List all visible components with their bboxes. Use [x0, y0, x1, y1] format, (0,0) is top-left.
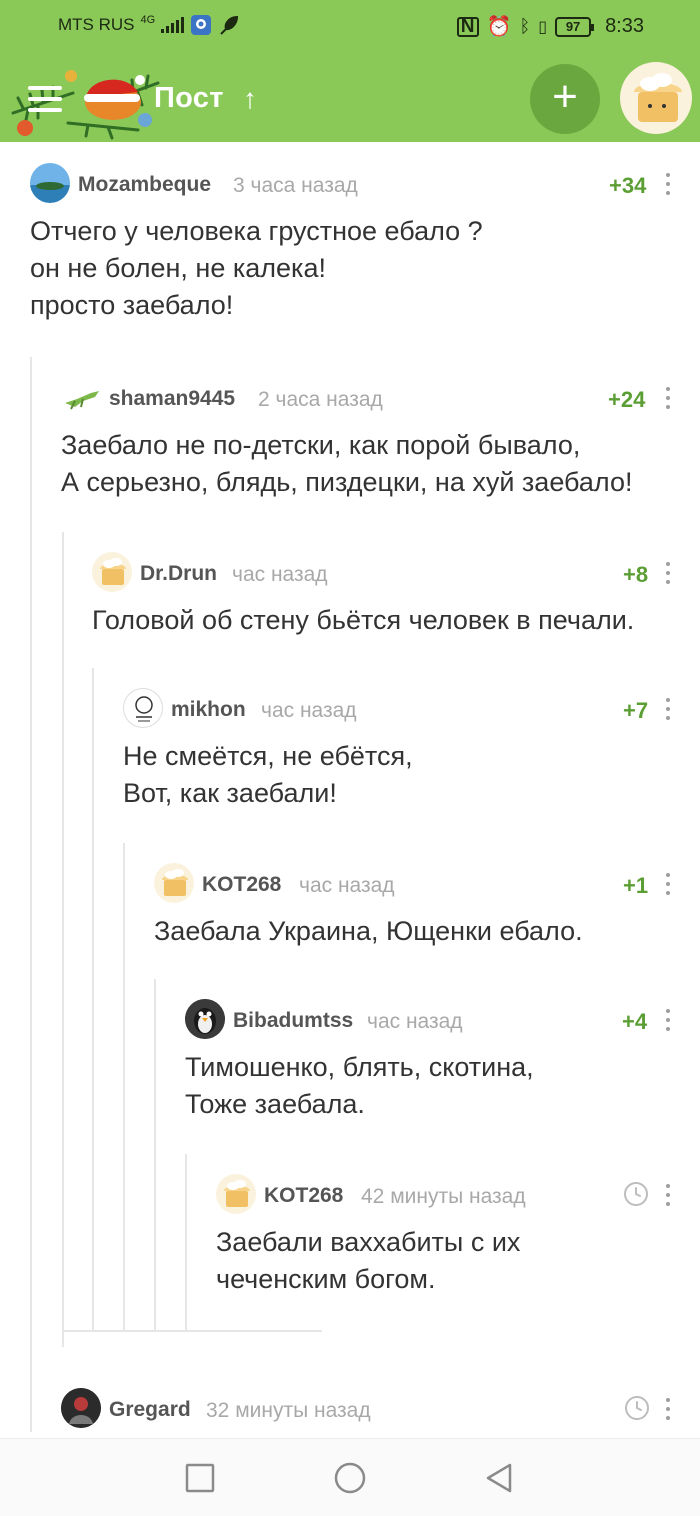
comment-text: Заебало не по-детски, как порой бывало, … [61, 430, 633, 497]
back-triangle-icon[interactable] [482, 1461, 516, 1495]
comment-text: Отчего у человека грустное ебало ? он не… [30, 216, 483, 320]
comment-text: Головой об стену бьётся человек в печали… [92, 605, 635, 635]
comment-time: 3 часа назад [233, 174, 358, 197]
thread-line [123, 843, 125, 1331]
comment-time: 2 часа назад [258, 388, 383, 411]
comment-header: KOT268 час назад +1 [154, 863, 690, 903]
comment-time: час назад [367, 1010, 463, 1033]
square-icon[interactable] [183, 1461, 217, 1495]
more-options-icon[interactable] [663, 1009, 673, 1031]
status-right: N ⏰ ᛒ ▯ 97 8:33 [456, 14, 644, 39]
bluetooth-icon: ᛒ [519, 16, 531, 36]
comment-text: Заебали ваххабиты с их чеченским богом. [216, 1227, 521, 1294]
clock-icon[interactable] [624, 1395, 650, 1421]
comment-rating: +7 [623, 698, 649, 723]
comment-rating: +1 [623, 873, 649, 898]
comment-username[interactable]: KOT268 [202, 873, 281, 897]
comment-username[interactable]: Dr.Drun [140, 562, 217, 586]
comment-rating: +24 [608, 387, 646, 412]
alarm-icon: ⏰ [486, 16, 512, 38]
comment-header: shaman9445 2 часа назад +24 [61, 377, 690, 417]
comment-header: mikhon час назад +7 [123, 688, 690, 728]
comment-username[interactable]: Gregard [109, 1398, 191, 1422]
comment: Dr.Drun час назад +8 Головой об стену бь… [92, 552, 690, 639]
more-options-icon[interactable] [663, 173, 673, 195]
comment-text: Заебала Украина, Ющенки ебало. [154, 916, 583, 946]
more-options-icon[interactable] [663, 698, 673, 720]
avatar[interactable] [61, 377, 101, 417]
thread-line [30, 357, 32, 1432]
status-bar: MTS RUS 4G N ⏰ ᛒ ▯ 97 8:33 [0, 0, 700, 56]
comment-username[interactable]: KOT268 [264, 1184, 343, 1208]
comment-header: Bibadumtss час назад +4 [185, 999, 690, 1039]
comment-time: час назад [261, 699, 357, 722]
comment-username[interactable]: mikhon [171, 698, 246, 722]
comment: Bibadumtss час назад +4 Тимошенко, блять… [185, 999, 690, 1123]
battery-icon: 97 [555, 16, 595, 37]
thread-line [154, 979, 156, 1331]
vibrate-icon: ▯ [538, 18, 548, 36]
add-post-button[interactable]: + [530, 64, 600, 134]
camera-notification-icon [191, 15, 212, 35]
comment-username[interactable]: shaman9445 [109, 387, 235, 411]
comment-time: час назад [299, 874, 395, 897]
toast-avatar-icon [634, 73, 682, 122]
thread-end-line [62, 1330, 322, 1332]
comment: mikhon час назад +7 Не смеётся, не ебётс… [123, 688, 690, 812]
profile-avatar[interactable] [620, 62, 692, 134]
menu-icon[interactable] [28, 86, 62, 112]
signal-icon [161, 17, 185, 33]
comment: shaman9445 2 часа назад +24 Заебало не п… [61, 377, 690, 501]
more-options-icon[interactable] [663, 873, 673, 895]
more-options-icon[interactable] [663, 562, 673, 584]
carrier-label: MTS RUS [58, 15, 135, 34]
nfc-icon: N [456, 16, 479, 37]
avatar[interactable] [92, 552, 132, 592]
clock-icon[interactable] [623, 1181, 649, 1207]
comment: Gregard 32 минуты назад [61, 1388, 690, 1438]
avatar[interactable] [185, 999, 225, 1039]
comment-header: Gregard 32 минуты назад [61, 1388, 690, 1428]
feather-icon [220, 15, 239, 35]
thread-line [185, 1154, 187, 1331]
comment: KOT268 42 минуты назад Заебали ваххабиты… [216, 1174, 690, 1298]
page-title: Пост [154, 82, 224, 114]
comment-username[interactable]: Mozambeque [78, 173, 211, 197]
status-left: MTS RUS 4G [58, 14, 240, 36]
more-options-icon[interactable] [663, 387, 673, 409]
comment: KOT268 час назад +1 Заебала Украина, Юще… [154, 863, 690, 950]
comment-time: 42 минуты назад [361, 1185, 526, 1208]
comment: Mozambeque 3 часа назад +34 Отчего у чел… [30, 163, 690, 324]
network-label: 4G [140, 14, 156, 26]
comment-text: Тимошенко, блять, скотина, Тоже заебала. [185, 1052, 534, 1119]
avatar[interactable] [123, 688, 163, 728]
avatar[interactable] [216, 1174, 256, 1214]
avatar[interactable] [154, 863, 194, 903]
comment-username[interactable]: Bibadumtss [233, 1009, 353, 1033]
comment-time: час назад [232, 563, 328, 586]
comment-rating: +34 [609, 173, 647, 198]
clock-time: 8:33 [605, 15, 644, 37]
system-nav-bar [0, 1438, 700, 1516]
plus-icon: + [552, 72, 578, 121]
arrow-up-icon[interactable]: ↑ [243, 83, 257, 115]
circle-icon[interactable] [333, 1461, 367, 1495]
avatar[interactable] [30, 163, 70, 203]
comment-text: Не смеётся, не ебётся, Вот, как заебали! [123, 741, 413, 808]
comment-rating: +4 [622, 1009, 648, 1034]
comment-header: Mozambeque 3 часа назад +34 [30, 163, 690, 203]
comment-rating: +8 [623, 562, 649, 587]
comment-time: 32 минуты назад [206, 1399, 371, 1422]
comment-header: Dr.Drun час назад +8 [92, 552, 690, 592]
more-options-icon[interactable] [663, 1184, 673, 1206]
comment-header: KOT268 42 минуты назад [216, 1174, 690, 1214]
more-options-icon[interactable] [663, 1398, 673, 1420]
thread-line [92, 668, 94, 1331]
avatar[interactable] [61, 1388, 101, 1428]
thread-line [62, 532, 64, 1347]
app-header: Пост ↑ + [0, 56, 700, 142]
